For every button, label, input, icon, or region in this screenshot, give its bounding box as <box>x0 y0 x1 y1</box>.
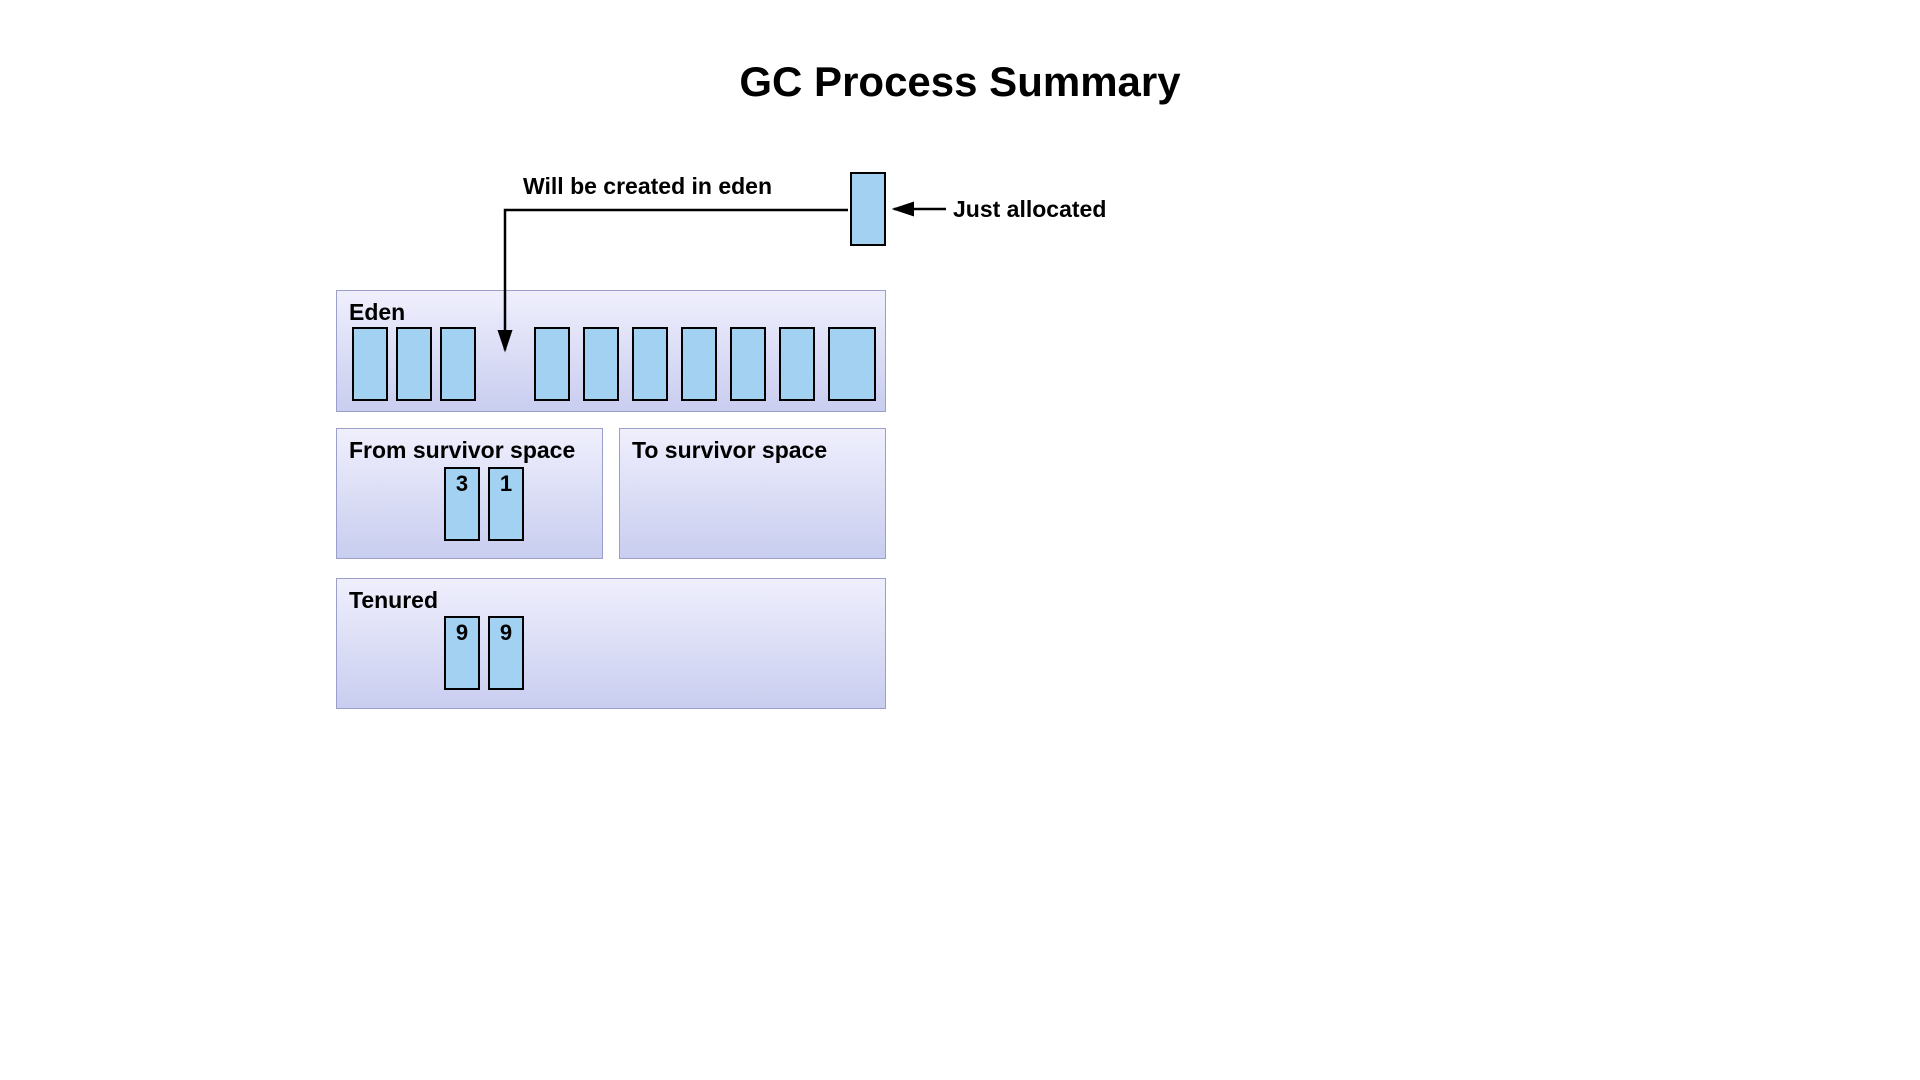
from-block: 1 <box>488 467 524 541</box>
tenured-block-value: 9 <box>446 620 478 646</box>
eden-block <box>681 327 717 401</box>
tenured-label: Tenured <box>349 587 438 614</box>
to-survivor-label: To survivor space <box>632 437 827 464</box>
tenured-block: 9 <box>444 616 480 690</box>
from-survivor-label: From survivor space <box>349 437 575 464</box>
from-block-value: 1 <box>490 471 522 497</box>
allocated-block <box>850 172 886 246</box>
eden-label: Eden <box>349 299 405 326</box>
from-block-value: 3 <box>446 471 478 497</box>
from-block: 3 <box>444 467 480 541</box>
arrows-overlay <box>0 0 1920 1080</box>
eden-block <box>730 327 766 401</box>
annotation-will-be-created: Will be created in eden <box>523 173 772 200</box>
eden-block <box>583 327 619 401</box>
diagram-title: GC Process Summary <box>0 58 1920 106</box>
tenured-block: 9 <box>488 616 524 690</box>
eden-block <box>534 327 570 401</box>
tenured-block-value: 9 <box>490 620 522 646</box>
tenured-region: Tenured <box>336 578 886 709</box>
annotation-just-allocated: Just allocated <box>953 196 1106 223</box>
eden-block <box>632 327 668 401</box>
eden-block <box>396 327 432 401</box>
eden-block <box>779 327 815 401</box>
eden-block <box>440 327 476 401</box>
to-survivor-region: To survivor space <box>619 428 886 559</box>
eden-block <box>828 327 876 401</box>
eden-block <box>352 327 388 401</box>
